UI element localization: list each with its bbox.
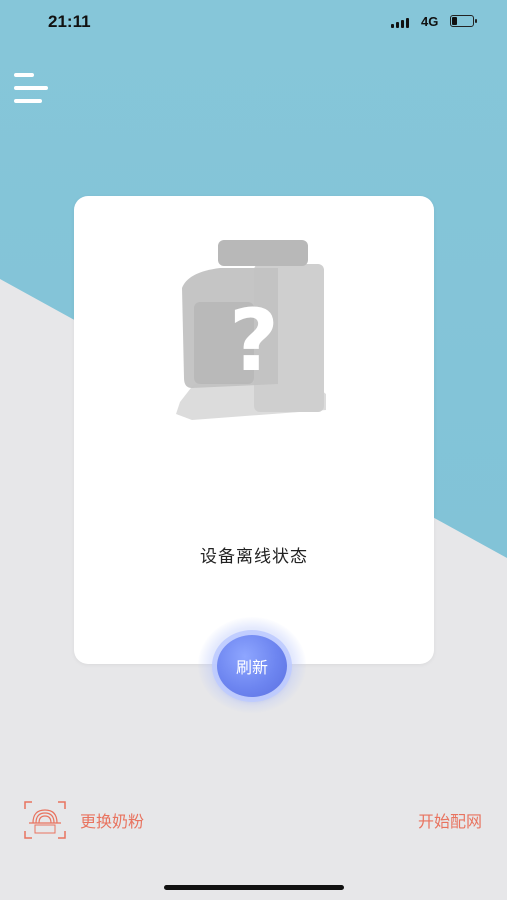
milk-powder-icon [24, 801, 66, 839]
menu-button[interactable] [14, 73, 48, 107]
svg-text:?: ? [229, 291, 279, 391]
refresh-button[interactable]: 刷新 [217, 635, 287, 697]
menu-icon [14, 73, 34, 77]
home-indicator [164, 885, 344, 890]
change-formula-button[interactable]: 更换奶粉 [24, 800, 144, 840]
refresh-control: 刷新 [193, 615, 311, 715]
start-pairing-button[interactable]: 开始配网 [418, 808, 482, 832]
device-status: 设备离线状态 [200, 547, 308, 567]
device-offline-icon: ? [176, 240, 326, 420]
device-card: ? 设备离线状态 [74, 196, 434, 664]
status-time: 21:11 [48, 12, 91, 31]
change-formula-label: 更换奶粉 [80, 812, 145, 831]
status-bar: 21:11 4G [0, 0, 507, 44]
network-type: 4G [421, 14, 439, 29]
signal-icon [391, 16, 411, 28]
battery-icon [450, 15, 477, 27]
